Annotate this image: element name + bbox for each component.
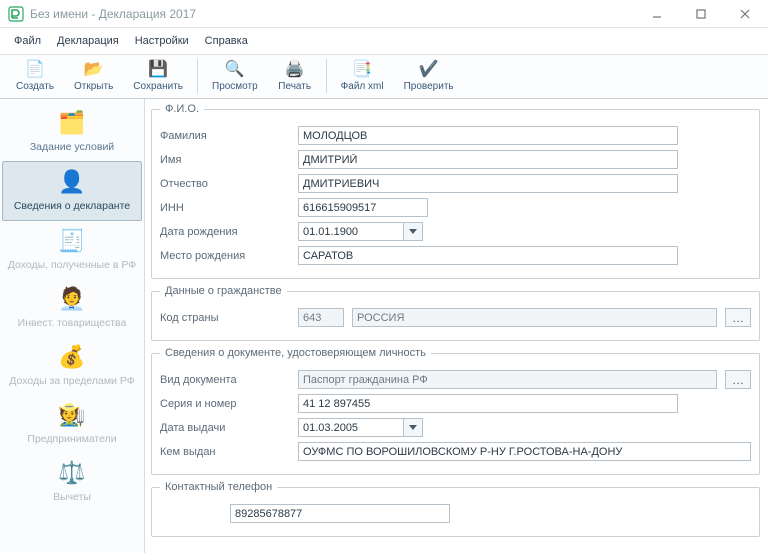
toolbar-save[interactable]: 💾Сохранить xyxy=(123,57,193,94)
label-issue-date: Дата выдачи xyxy=(160,422,290,434)
window-title: Без имени - Декларация 2017 xyxy=(30,7,196,21)
open-folder-icon: 📂 xyxy=(84,59,104,79)
input-surname[interactable] xyxy=(298,126,678,145)
toolbar-preview[interactable]: 🔍Просмотр xyxy=(202,57,268,94)
label-surname: Фамилия xyxy=(160,130,290,142)
fieldset-citizenship: Данные о гражданстве Код страны … xyxy=(151,285,760,341)
sidebar-item-conditions[interactable]: 🗂️Задание условий xyxy=(0,103,144,161)
deductions-icon: ⚖️ xyxy=(56,459,88,487)
input-issue-date[interactable] xyxy=(298,418,404,437)
person-icon: 👤 xyxy=(56,168,88,196)
close-button[interactable] xyxy=(730,3,760,25)
sidebar-item-income-rf[interactable]: 🧾Доходы, полученные в РФ xyxy=(0,221,144,279)
input-country-code xyxy=(298,308,344,327)
input-country-name xyxy=(352,308,717,327)
input-patronymic[interactable] xyxy=(298,174,678,193)
preview-icon: 🔍 xyxy=(225,59,245,79)
money-box-icon: 🧾 xyxy=(56,227,88,255)
label-inn: ИНН xyxy=(160,202,290,214)
input-serial[interactable] xyxy=(298,394,678,413)
menu-settings[interactable]: Настройки xyxy=(129,32,195,50)
label-doc-kind: Вид документа xyxy=(160,374,290,386)
toolbar-separator xyxy=(326,59,327,93)
legend-document: Сведения о документе, удостоверяющем лич… xyxy=(160,347,431,359)
input-phone[interactable] xyxy=(230,504,450,523)
menu-help[interactable]: Справка xyxy=(199,32,254,50)
country-lookup-button[interactable]: … xyxy=(725,308,751,327)
moneybag-icon: 💰 xyxy=(56,343,88,371)
sidebar-item-entrepreneurs[interactable]: 🧑‍🌾Предприниматели xyxy=(0,395,144,453)
save-icon: 💾 xyxy=(148,59,168,79)
toolbar-open[interactable]: 📂Открыть xyxy=(64,57,123,94)
label-serial: Серия и номер xyxy=(160,398,290,410)
input-name[interactable] xyxy=(298,150,678,169)
sidebar-item-deductions[interactable]: ⚖️Вычеты xyxy=(0,453,144,511)
conditions-icon: 🗂️ xyxy=(56,109,88,137)
check-icon: ✔️ xyxy=(419,59,439,79)
label-pob: Место рождения xyxy=(160,250,290,262)
xml-file-icon: 📑 xyxy=(352,59,372,79)
minimize-button[interactable] xyxy=(642,3,672,25)
fieldset-document: Сведения о документе, удостоверяющем лич… xyxy=(151,347,760,475)
titlebar: Без имени - Декларация 2017 xyxy=(0,0,768,28)
input-doc-kind xyxy=(298,370,717,389)
toolbar: 📄Создать 📂Открыть 💾Сохранить 🔍Просмотр 🖨… xyxy=(0,55,768,99)
toolbar-print[interactable]: 🖨️Печать xyxy=(268,57,322,94)
maximize-button[interactable] xyxy=(686,3,716,25)
label-country-code: Код страны xyxy=(160,312,290,324)
toolbar-create[interactable]: 📄Создать xyxy=(6,57,64,94)
issue-date-dropdown-button[interactable] xyxy=(404,418,423,437)
input-issued-by[interactable] xyxy=(298,442,751,461)
input-dob[interactable] xyxy=(298,222,404,241)
legend-fio: Ф.И.О. xyxy=(160,103,204,115)
legend-contact: Контактный телефон xyxy=(160,481,277,493)
sidebar-item-income-abroad[interactable]: 💰Доходы за пределами РФ xyxy=(0,337,144,395)
app-icon xyxy=(8,6,24,22)
entrepreneur-icon: 🧑‍🌾 xyxy=(56,401,88,429)
print-icon: 🖨️ xyxy=(285,59,305,79)
label-dob: Дата рождения xyxy=(160,226,290,238)
invest-icon: 🧑‍💼 xyxy=(56,285,88,313)
toolbar-check[interactable]: ✔️Проверить xyxy=(394,57,464,94)
fieldset-contact: Контактный телефон xyxy=(151,481,760,537)
sidebar: 🗂️Задание условий 👤Сведения о декларанте… xyxy=(0,99,145,553)
fieldset-fio: Ф.И.О. Фамилия Имя Отчество ИНН Дата рож… xyxy=(151,103,760,279)
toolbar-separator xyxy=(197,59,198,93)
sidebar-item-invest[interactable]: 🧑‍💼Инвест. товарищества xyxy=(0,279,144,337)
new-file-icon: 📄 xyxy=(25,59,45,79)
sidebar-item-declarant[interactable]: 👤Сведения о декларанте xyxy=(2,161,142,221)
doc-kind-lookup-button[interactable]: … xyxy=(725,370,751,389)
dob-dropdown-button[interactable] xyxy=(404,222,423,241)
content: Ф.И.О. Фамилия Имя Отчество ИНН Дата рож… xyxy=(145,99,768,553)
label-patronymic: Отчество xyxy=(160,178,290,190)
menu-file[interactable]: Файл xyxy=(8,32,47,50)
label-name: Имя xyxy=(160,154,290,166)
input-inn[interactable] xyxy=(298,198,428,217)
legend-citizenship: Данные о гражданстве xyxy=(160,285,287,297)
input-pob[interactable] xyxy=(298,246,678,265)
menu-declaration[interactable]: Декларация xyxy=(51,32,125,50)
toolbar-filexml[interactable]: 📑Файл xml xyxy=(331,57,394,94)
menubar: Файл Декларация Настройки Справка xyxy=(0,28,768,55)
label-issued-by: Кем выдан xyxy=(160,446,290,458)
